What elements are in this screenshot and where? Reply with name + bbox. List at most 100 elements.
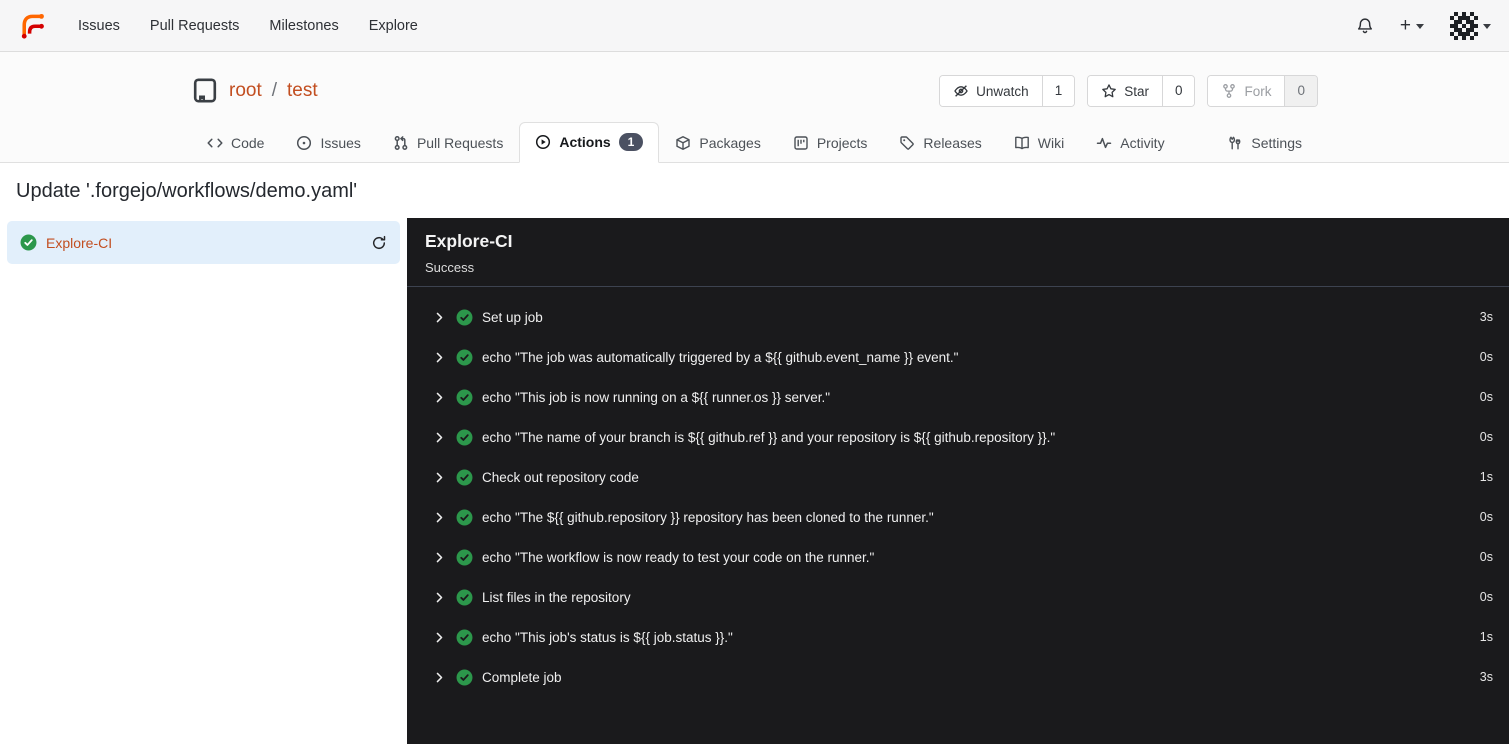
star-count[interactable]: 0 — [1161, 76, 1195, 106]
watch-button-group: Unwatch 1 — [939, 75, 1076, 107]
check-circle-icon — [456, 549, 473, 566]
fork-count[interactable]: 0 — [1284, 76, 1317, 106]
step-duration: 0s — [1479, 510, 1493, 525]
run-status: Success — [425, 260, 475, 276]
step-duration: 0s — [1479, 390, 1493, 405]
tab-settings[interactable]: Settings — [1211, 124, 1318, 163]
eye-slash-icon — [953, 83, 969, 99]
step-name: echo "This job's status is ${{ job.statu… — [482, 629, 733, 645]
chevron-right-icon — [433, 591, 446, 604]
step-name: Check out repository code — [482, 469, 639, 485]
step-row[interactable]: echo "This job is now running on a ${{ r… — [433, 377, 1493, 417]
step-row[interactable]: Set up job 3s — [433, 297, 1493, 337]
tab-issues[interactable]: Issues — [280, 124, 376, 163]
unwatch-button[interactable]: Unwatch — [940, 76, 1042, 106]
step-row[interactable]: echo "The job was automatically triggere… — [433, 337, 1493, 377]
step-name: echo "The ${{ github.repository }} repos… — [482, 509, 934, 525]
avatar — [1450, 11, 1478, 40]
caret-down-icon — [1483, 24, 1491, 29]
check-circle-icon — [456, 469, 473, 486]
chevron-right-icon — [433, 351, 446, 364]
tab-activity[interactable]: Activity — [1080, 124, 1180, 163]
step-duration: 1s — [1479, 470, 1493, 485]
tab-code[interactable]: Code — [191, 124, 280, 163]
run-header: Explore-CI Success — [407, 218, 1509, 288]
check-circle-icon — [456, 389, 473, 406]
step-duration: 3s — [1479, 670, 1493, 685]
nav-item-issues[interactable]: Issues — [78, 18, 120, 34]
tab-actions[interactable]: Actions 1 — [519, 122, 660, 164]
plus-icon: + — [1399, 15, 1411, 36]
check-circle-icon — [456, 589, 473, 606]
top-navbar: Issues Pull Requests Milestones Explore … — [0, 0, 1509, 52]
step-duration: 1s — [1479, 630, 1493, 645]
step-name: echo "The name of your branch is ${{ git… — [482, 429, 1056, 445]
step-duration: 0s — [1479, 350, 1493, 365]
rerun-sync-icon[interactable] — [371, 235, 387, 251]
repo-book-icon — [191, 77, 219, 105]
nav-item-pull-requests[interactable]: Pull Requests — [150, 18, 239, 34]
fork-button: Fork — [1208, 76, 1285, 106]
step-name: echo "The job was automatically triggere… — [482, 349, 959, 365]
step-row[interactable]: echo "The workflow is now ready to test … — [433, 537, 1493, 577]
job-name: Explore-CI — [46, 234, 113, 251]
repo-breadcrumb: root / test — [191, 77, 318, 105]
check-circle-icon — [456, 429, 473, 446]
chevron-right-icon — [433, 311, 446, 324]
job-item-explore-ci[interactable]: Explore-CI — [7, 221, 400, 265]
chevron-right-icon — [433, 551, 446, 564]
star-button-group: Star 0 — [1087, 75, 1196, 107]
chevron-right-icon — [433, 471, 446, 484]
fork-button-group: Fork 0 — [1207, 75, 1318, 107]
user-menu-dropdown[interactable] — [1450, 11, 1491, 40]
step-name: List files in the repository — [482, 589, 631, 605]
chevron-right-icon — [433, 631, 446, 644]
star-button[interactable]: Star — [1088, 76, 1162, 106]
check-circle-icon — [456, 669, 473, 686]
tab-pull-requests[interactable]: Pull Requests — [377, 124, 519, 163]
caret-down-icon — [1416, 24, 1424, 29]
tab-projects[interactable]: Projects — [777, 124, 884, 163]
actions-count-badge: 1 — [618, 133, 644, 152]
nav-item-milestones[interactable]: Milestones — [269, 18, 338, 34]
nav-item-explore[interactable]: Explore — [369, 18, 418, 34]
tab-packages[interactable]: Packages — [659, 124, 776, 163]
chevron-right-icon — [433, 511, 446, 524]
step-row[interactable]: echo "The name of your branch is ${{ git… — [433, 417, 1493, 457]
tab-wiki[interactable]: Wiki — [998, 124, 1080, 163]
chevron-right-icon — [433, 431, 446, 444]
repo-name-link[interactable]: test — [287, 80, 318, 102]
page-title: Update '.forgejo/workflows/demo.yaml' — [16, 180, 358, 203]
step-row[interactable]: echo "The ${{ github.repository }} repos… — [433, 497, 1493, 537]
step-name: Set up job — [482, 309, 543, 325]
breadcrumb-separator: / — [271, 80, 278, 101]
step-row[interactable]: List files in the repository 0s — [433, 577, 1493, 617]
step-row[interactable]: Complete job 3s — [433, 657, 1493, 697]
star-icon — [1101, 83, 1117, 99]
tab-releases[interactable]: Releases — [883, 124, 997, 163]
jobs-sidebar: Explore-CI — [0, 218, 407, 744]
step-duration: 0s — [1479, 550, 1493, 565]
fork-icon — [1221, 83, 1237, 99]
check-circle-icon — [456, 349, 473, 366]
step-name: echo "This job is now running on a ${{ r… — [482, 389, 831, 405]
check-circle-icon — [456, 509, 473, 526]
watch-count[interactable]: 1 — [1041, 76, 1075, 106]
run-log-panel: Explore-CI Success Set up job 3s echo "T… — [407, 218, 1509, 745]
step-duration: 0s — [1479, 430, 1493, 445]
step-row[interactable]: Check out repository code 1s — [433, 457, 1493, 497]
repo-header: root / test Unwatch 1 Star 0 Fork 0 Code… — [0, 52, 1509, 164]
repo-tabbar: Code Issues Pull Requests Actions 1 Pack… — [191, 122, 1318, 164]
check-circle-icon — [456, 629, 473, 646]
step-row[interactable]: echo "This job's status is ${{ job.statu… — [433, 617, 1493, 657]
chevron-right-icon — [433, 671, 446, 684]
check-circle-icon — [456, 309, 473, 326]
repo-owner-link[interactable]: root — [229, 80, 262, 102]
notifications-bell-icon[interactable] — [1356, 17, 1374, 35]
step-duration: 0s — [1479, 590, 1493, 605]
run-title: Explore-CI — [425, 231, 513, 252]
forgejo-logo-icon[interactable] — [18, 11, 48, 41]
chevron-right-icon — [433, 391, 446, 404]
step-duration: 3s — [1479, 310, 1493, 325]
create-new-dropdown[interactable]: + — [1400, 16, 1424, 35]
